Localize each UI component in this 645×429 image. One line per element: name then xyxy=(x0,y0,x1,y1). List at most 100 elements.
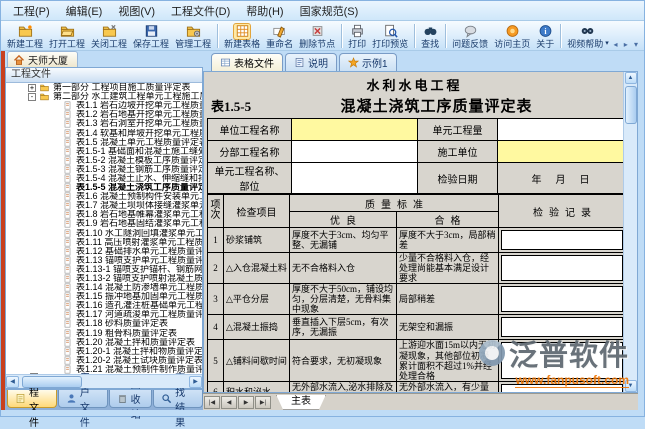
menu-item-1[interactable]: 工程(P) xyxy=(5,2,58,20)
inspection-record-cell[interactable] xyxy=(498,314,623,341)
delete-node-button[interactable]: 删除节点 xyxy=(296,22,338,50)
construction-unit-field[interactable] xyxy=(497,140,623,163)
tree-item[interactable]: 表1.4 软基和岸坡开挖单元工程质量评定表 xyxy=(6,128,202,137)
tree-item[interactable]: 表1.5-2 混凝土模板工序质量评定表 xyxy=(6,156,202,165)
about-button[interactable]: i 关于 xyxy=(533,22,557,50)
print-preview-button[interactable]: 打印预览 xyxy=(369,22,411,50)
first-sheet-icon[interactable]: |◀ xyxy=(204,395,220,409)
tree-item[interactable]: 表1.13-2 锚喷支护喷射混凝土质量评定表 xyxy=(6,274,202,283)
tree-item[interactable]: 表1.11 高压喷射灌浆单元工程质量评定表 xyxy=(6,238,202,247)
scroll-right-icon[interactable]: ▶ xyxy=(189,375,202,388)
tree-item[interactable]: 表1.9 岩石地基固结灌浆单元工程质量评定表 xyxy=(6,219,202,228)
last-sheet-icon[interactable]: ▶| xyxy=(255,395,271,409)
tree-item-label: 表1.20-1 混凝土拌和物质量评定表 xyxy=(76,346,202,356)
tree-item[interactable]: 表1.5-5 混凝土浇筑工序质量评定表 xyxy=(6,183,202,192)
find-button[interactable]: 查找 xyxy=(418,22,442,50)
page-icon xyxy=(62,165,73,174)
scrollbar-thumb[interactable] xyxy=(624,86,637,124)
panel-header: 工程文件 xyxy=(6,68,202,83)
table-number: 表1.5-5 xyxy=(211,99,252,114)
excellent-standard-cell: 符合要求，无初凝现象 xyxy=(289,339,397,382)
inspection-record-cell[interactable] xyxy=(498,227,623,253)
tree-item[interactable]: 表1.15 振冲地基加固单元工程质量评定表 xyxy=(6,292,202,301)
save-project-button[interactable]: 保存工程 xyxy=(130,22,172,50)
next-sheet-icon[interactable]: ▶ xyxy=(238,395,254,409)
toolbar-button-label: 打印 xyxy=(348,38,367,49)
expand-icon[interactable]: + xyxy=(28,83,36,92)
tree-item[interactable]: 表1.5-1 基础面和混凝土施工缝处理工序质量评定表 xyxy=(6,147,202,156)
tree-item[interactable]: + 第一部分 工程项目施工质量评定表 xyxy=(6,83,202,92)
tree-item[interactable]: - 第二部分 水工建筑工程单元工程施工质量评定表 xyxy=(6,92,202,101)
unit-name-location-field[interactable] xyxy=(291,162,418,194)
tree-item[interactable]: 表1.20 混凝土拌和质量评定表 xyxy=(6,338,202,347)
manage-project-button[interactable]: 管理工程 xyxy=(172,22,214,50)
house-icon xyxy=(13,54,25,66)
division-project-name-field[interactable] xyxy=(291,140,418,163)
tree-item[interactable]: 表1.1 岩石边坡开挖单元工程质量评定表 xyxy=(6,101,202,110)
tree-item[interactable]: 表1.14 混凝土防渗墙单元工程质量评定表 xyxy=(6,283,202,292)
tree-item[interactable]: 表1.12 基础排水单元工程质量评定表 xyxy=(6,247,202,256)
tree-item[interactable]: 表1.20-2 混凝土试块质量评定表 xyxy=(6,356,202,365)
tree-item[interactable]: 表1.16 造孔灌注桩基础单元工程质量评定表 xyxy=(6,301,202,310)
tree-item[interactable]: 表1.13 锚喷支护单元工程质量评定表 xyxy=(6,256,202,265)
inspection-record-cell[interactable] xyxy=(498,380,623,392)
inspection-record-cell[interactable] xyxy=(498,283,623,316)
open-project-button[interactable]: 打开工程 xyxy=(46,22,88,50)
vertical-scrollbar[interactable]: ▲ ▼ xyxy=(623,72,637,392)
feedback-button[interactable]: 问题反馈 xyxy=(449,22,491,50)
doc-icon xyxy=(15,393,26,404)
close-project-button[interactable]: 关闭工程 xyxy=(88,22,130,50)
inspection-record-cell[interactable] xyxy=(498,339,623,382)
tree-item[interactable]: 表1.20-1 混凝土拌和物质量评定表 xyxy=(6,347,202,356)
tree-item[interactable]: 表1.19 粗骨料质量评定表 xyxy=(6,329,202,338)
tree-item[interactable]: 表1.6 混凝土预制构件安装单元工程质量评定表 xyxy=(6,192,202,201)
tree-item[interactable]: 表1.13-1 锚喷支护锚杆、钢筋网质量评定表 xyxy=(6,265,202,274)
scroll-up-icon[interactable]: ▲ xyxy=(624,72,637,84)
tree-item[interactable]: 表1.5-4 混凝土止水、伸缩缝和排水管安装工序质量评定表 xyxy=(6,174,202,183)
unit-project-quantity-field[interactable] xyxy=(497,118,623,141)
qualified-standard-cell: 少量不合格料入仓，经处理尚能基本满足设计要求 xyxy=(396,251,499,285)
tree-item[interactable]: 表1.5-3 混凝土钢筋工序质量评定表 xyxy=(6,165,202,174)
tree-item[interactable]: 表1.5 混凝土单元工程质量评定表 xyxy=(6,138,202,147)
tree-item[interactable]: 表1.2 岩石地基开挖单元工程质量评定表 xyxy=(6,110,202,119)
project-tab[interactable]: 天师大厦 xyxy=(7,51,78,67)
project-tab-row: 天师大厦 xyxy=(5,51,203,67)
rename-button[interactable]: 重命名 xyxy=(263,22,296,50)
menu-item-4[interactable]: 工程文件(D) xyxy=(163,2,238,20)
tree-item[interactable]: 表1.18 砂料质量评定表 xyxy=(6,319,202,328)
bottom-tab-回收站[interactable]: 回收站 xyxy=(108,380,153,421)
tree-horizontal-scrollbar[interactable]: ◀ ▶ xyxy=(6,374,202,388)
menu-item-5[interactable]: 帮助(H) xyxy=(238,2,291,20)
scroll-down-icon[interactable]: ▼ xyxy=(624,380,637,392)
bottom-tab-工程文件[interactable]: 工程文件 xyxy=(7,373,57,429)
tree-item[interactable]: 表1.8 岩石地基帷幕灌浆单元工程质量评定表 xyxy=(6,210,202,219)
tree-item[interactable]: 表1.7 混凝土坝坝体接缝灌浆单元工程质量评定表 xyxy=(6,201,202,210)
check-item-cell: △平仓分层 xyxy=(223,283,290,316)
print-button[interactable]: 打印 xyxy=(345,22,369,50)
new-project-button[interactable]: 新建工程 xyxy=(4,22,46,50)
tree-item[interactable]: 表1.10 水工隧洞回填灌浆单元工程质量评定表 xyxy=(6,229,202,238)
tree-item[interactable]: 表1.17 河道疏浚单元工程质量评定表 xyxy=(6,310,202,319)
scrollbar-thumb[interactable] xyxy=(22,376,82,388)
sheet-tab-main[interactable]: 主表 xyxy=(276,394,326,410)
tree-item[interactable]: 表1.3 岩石洞室开挖单元工程质量评定表 xyxy=(6,119,202,128)
document-tab-示例1[interactable]: 示例1 xyxy=(339,53,397,71)
bottom-tab-用户文件[interactable]: 用户文件 xyxy=(57,373,108,429)
collapse-icon[interactable]: - xyxy=(28,92,36,101)
menu-item-6[interactable]: 国家规范(S) xyxy=(292,2,367,20)
inspection-record-cell[interactable] xyxy=(498,251,623,285)
scroll-left-icon[interactable]: ◀ xyxy=(6,375,19,388)
video-help-button[interactable]: 视频帮助 ▾ xyxy=(564,22,612,50)
inspection-date-field[interactable]: 年 月 日 xyxy=(497,162,623,194)
prev-sheet-icon[interactable]: ◀ xyxy=(221,395,237,409)
toolbar-overflow-arrows-icon[interactable]: ◂ ▸ ▾ xyxy=(614,40,641,49)
menu-item-2[interactable]: 编辑(E) xyxy=(58,2,111,20)
tree-item-label: 表1.5-3 混凝土钢筋工序质量评定表 xyxy=(76,164,202,174)
bottom-tab-查找结果[interactable]: 查找结果 xyxy=(153,373,203,429)
unit-project-name-field[interactable] xyxy=(291,118,418,141)
document-tab-说明[interactable]: 说明 xyxy=(285,53,337,71)
document-tab-表格文件[interactable]: 表格文件 xyxy=(211,53,283,71)
menu-item-3[interactable]: 视图(V) xyxy=(110,2,163,20)
new-table-button[interactable]: 新建表格 xyxy=(221,22,263,50)
visit-homepage-button[interactable]: 访问主页 xyxy=(491,22,533,50)
